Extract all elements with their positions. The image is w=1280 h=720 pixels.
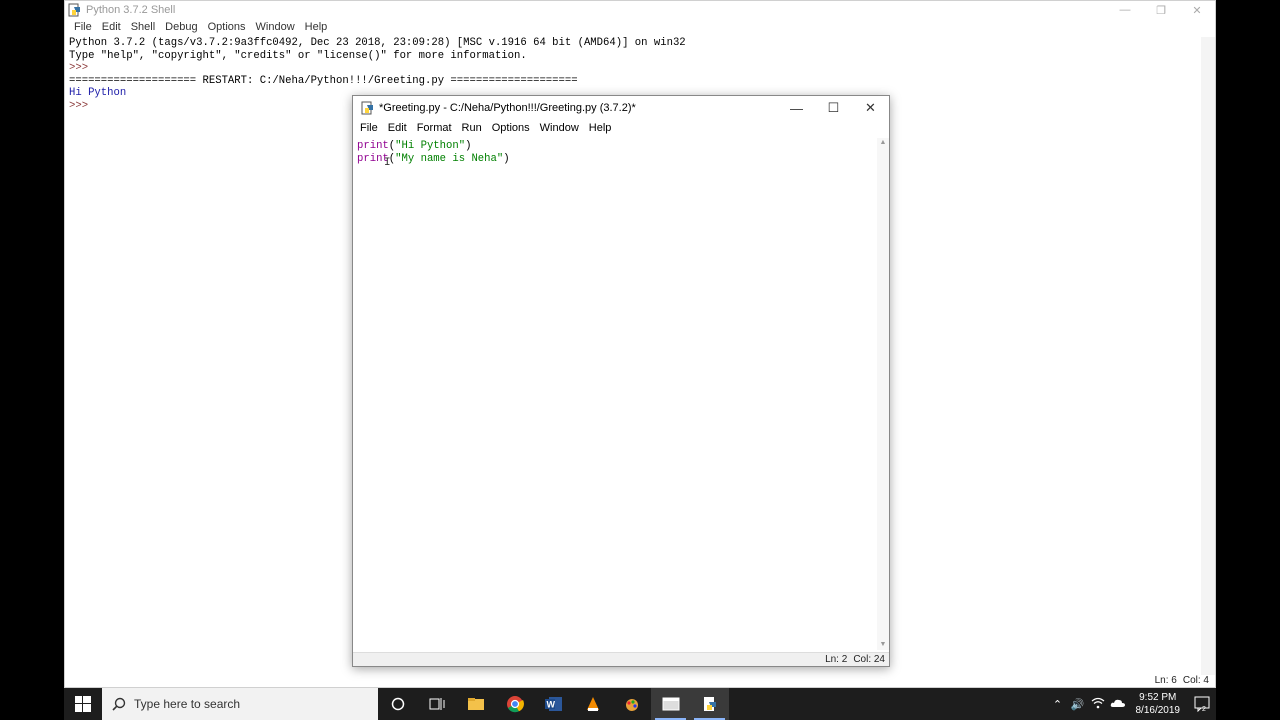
editor-maximize-button[interactable]: ☐ <box>815 96 852 120</box>
shell-status-col: Col: 4 <box>1182 675 1209 686</box>
volume-icon[interactable]: 🔊 <box>1068 698 1088 711</box>
editor-status-line: Ln: 2 <box>825 654 848 665</box>
editor-scrollbar[interactable]: ▲ ▼ <box>877 138 889 650</box>
shell-window-title: Python 3.7.2 Shell <box>86 4 176 16</box>
shell-menu-options[interactable]: Options <box>203 21 251 33</box>
editor-menu-edit[interactable]: Edit <box>383 122 412 134</box>
code-string: "Hi Python" <box>395 140 466 152</box>
task-view-button[interactable] <box>417 688 456 720</box>
chrome-icon <box>506 696 524 713</box>
wifi-icon[interactable] <box>1088 697 1108 712</box>
editor-minimize-button[interactable]: — <box>778 96 815 120</box>
vlc-icon <box>586 697 599 711</box>
shell-minimize-button[interactable]: — <box>1107 1 1143 19</box>
shell-close-button[interactable]: ✕ <box>1179 1 1215 19</box>
editor-statusbar: Ln: 2 Col: 24 <box>353 652 889 666</box>
editor-menu-run[interactable]: Run <box>457 122 487 134</box>
code-string: "My name is Neha" <box>395 153 504 165</box>
windows-taskbar: Type here to search W ⌃ 🔊 9:52 PM 8/16/2… <box>64 688 1216 720</box>
shell-restart-line: ==================== RESTART: C:/Neha/Py… <box>69 74 578 87</box>
shell-menu-debug[interactable]: Debug <box>160 21 202 33</box>
editor-menu-format[interactable]: Format <box>412 122 457 134</box>
taskbar-search-box[interactable]: Type here to search <box>102 688 378 720</box>
editor-window[interactable]: *Greeting.py - C:/Neha/Python!!!/Greetin… <box>352 95 890 667</box>
text-cursor-icon: I <box>384 157 391 169</box>
onedrive-icon[interactable] <box>1108 698 1128 711</box>
idle-editor-icon <box>703 697 716 711</box>
search-icon <box>112 697 126 711</box>
shell-menu-file[interactable]: File <box>69 21 97 33</box>
scroll-down-icon[interactable]: ▼ <box>877 640 889 650</box>
shell-restore-button[interactable]: ❐ <box>1143 1 1179 19</box>
notification-icon: 2 <box>1194 696 1210 712</box>
code-line: print("Hi Python") <box>357 140 877 153</box>
clock-date: 8/16/2019 <box>1135 705 1181 716</box>
start-button[interactable] <box>64 688 102 720</box>
task-view-icon <box>429 698 444 710</box>
shell-menu-shell[interactable]: Shell <box>126 21 160 33</box>
shell-menubar: File Edit Shell Debug Options Window Hel… <box>65 19 1215 35</box>
paint-button[interactable] <box>612 688 651 720</box>
python-idle-icon <box>68 3 80 17</box>
idle-editor-taskbar-button[interactable] <box>690 688 729 720</box>
file-explorer-button[interactable] <box>456 688 495 720</box>
code-paren: ) <box>465 140 472 152</box>
editor-status-col: Col: 24 <box>853 654 885 665</box>
editor-menu-options[interactable]: Options <box>487 122 535 134</box>
file-explorer-icon <box>467 698 484 710</box>
shell-menu-edit[interactable]: Edit <box>97 21 126 33</box>
clock-time: 9:52 PM <box>1139 692 1177 703</box>
editor-window-title: *Greeting.py - C:/Neha/Python!!!/Greetin… <box>379 102 636 114</box>
editor-titlebar[interactable]: *Greeting.py - C:/Neha/Python!!!/Greetin… <box>353 96 889 120</box>
editor-menu-window[interactable]: Window <box>535 122 584 134</box>
editor-menu-help[interactable]: Help <box>584 122 617 134</box>
code-paren: ) <box>503 153 510 165</box>
idle-shell-taskbar-button[interactable] <box>651 688 690 720</box>
shell-banner-line: Python 3.7.2 (tags/v3.7.2:9a3ffc0492, De… <box>69 37 686 49</box>
shell-prompt: >>> <box>69 62 95 75</box>
cortana-icon <box>391 697 404 711</box>
code-line: print("My name is Neha") <box>357 153 877 166</box>
shell-status-line: Ln: 6 <box>1154 675 1177 686</box>
python-file-icon <box>361 101 373 115</box>
taskbar-clock[interactable]: 9:52 PM 8/16/2019 <box>1136 691 1181 717</box>
editor-menubar: File Edit Format Run Options Window Help <box>353 120 889 136</box>
shell-statusbar: Ln: 6 Col: 4 <box>1155 675 1209 686</box>
search-placeholder: Type here to search <box>134 697 241 711</box>
idle-shell-icon <box>662 697 679 711</box>
cortana-button[interactable] <box>378 688 417 720</box>
word-button[interactable]: W <box>534 688 573 720</box>
windows-logo-icon <box>75 696 91 712</box>
svg-text:W: W <box>546 700 555 710</box>
editor-menu-file[interactable]: File <box>355 122 383 134</box>
svg-text:2: 2 <box>1202 706 1206 712</box>
shell-help-line: Type "help", "copyright", "credits" or "… <box>69 49 527 62</box>
shell-menu-help[interactable]: Help <box>300 21 333 33</box>
word-icon: W <box>544 697 562 711</box>
action-center-button[interactable]: 2 <box>1188 696 1216 712</box>
chevron-up-icon[interactable]: ⌃ <box>1048 698 1068 711</box>
shell-scrollbar[interactable] <box>1201 37 1215 675</box>
paint-icon <box>625 699 638 711</box>
editor-code-area[interactable]: print("Hi Python") print("My name is Neh… <box>357 140 877 648</box>
shell-menu-window[interactable]: Window <box>251 21 300 33</box>
system-tray: ⌃ 🔊 9:52 PM 8/16/2019 2 <box>1048 688 1217 720</box>
shell-titlebar[interactable]: Python 3.7.2 Shell — ❐ ✕ <box>65 1 1215 19</box>
editor-close-button[interactable]: ✕ <box>852 96 889 120</box>
scroll-up-icon[interactable]: ▲ <box>877 138 889 148</box>
code-keyword: print <box>357 140 389 152</box>
vlc-button[interactable] <box>573 688 612 720</box>
chrome-button[interactable] <box>495 688 534 720</box>
